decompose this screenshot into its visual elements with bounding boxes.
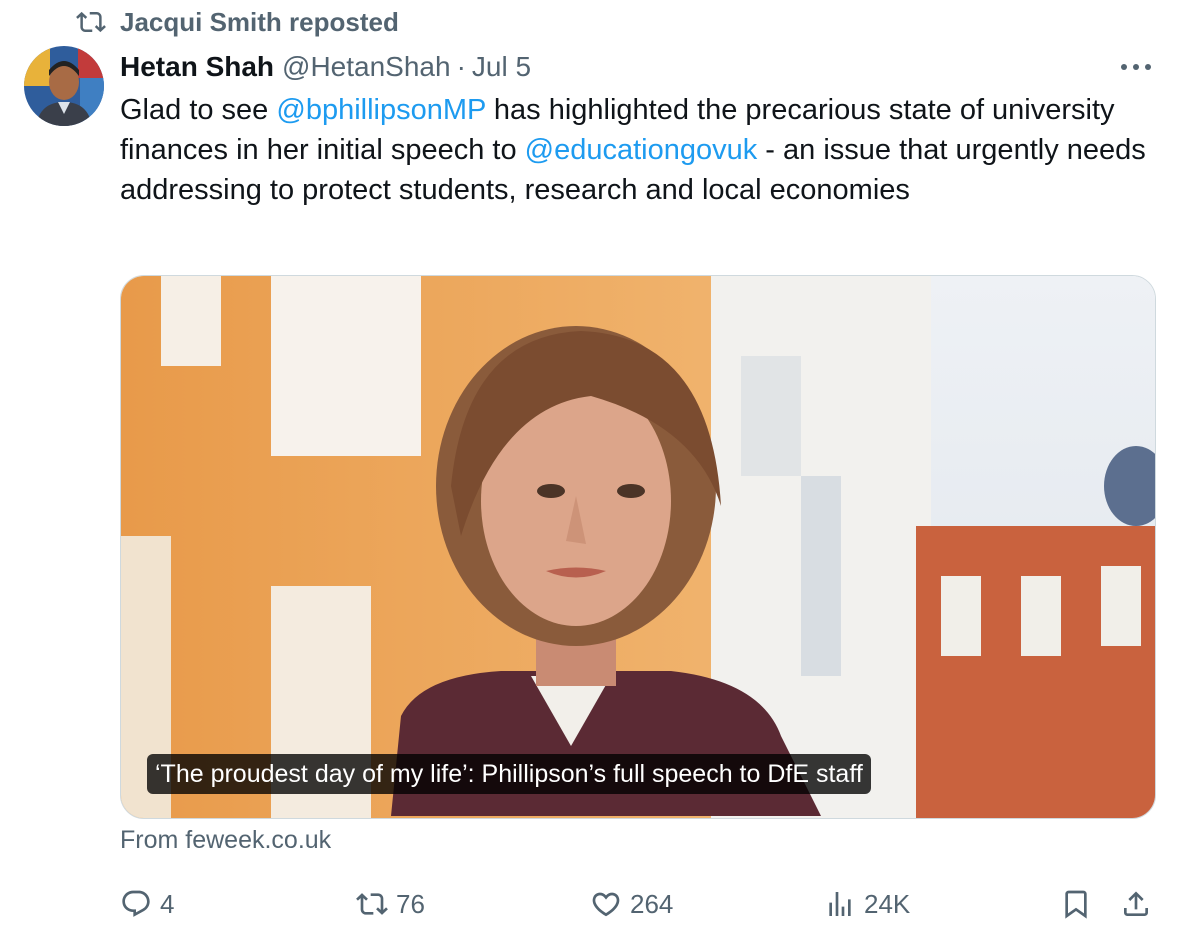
repost-button[interactable]: 76 (356, 880, 425, 928)
repost-icon (76, 11, 106, 33)
author-name[interactable]: Hetan Shah (120, 51, 274, 83)
like-button[interactable]: 264 (590, 880, 673, 928)
mention-link[interactable]: @bphillipsonMP (276, 94, 485, 126)
mention-link[interactable]: @educationgovuk (525, 134, 758, 166)
reply-count: 4 (160, 888, 175, 919)
tweet-header: Hetan Shah @HetanShah · Jul 5 (120, 46, 531, 88)
repost-label: Jacqui Smith reposted (120, 6, 399, 37)
link-card[interactable]: ‘The proudest day of my life’: Phillipso… (120, 275, 1156, 819)
reply-button[interactable]: 4 (120, 880, 174, 928)
tweet-text: Glad to see @bphillipsonMP has highlight… (120, 90, 1170, 210)
post-date[interactable]: Jul 5 (472, 51, 531, 83)
views-button[interactable]: 24K (824, 880, 910, 928)
card-image (121, 276, 1155, 818)
more-icon[interactable] (1116, 52, 1156, 82)
repost-count: 76 (396, 888, 425, 919)
card-caption: ‘The proudest day of my life’: Phillipso… (147, 754, 871, 794)
heart-icon (592, 892, 620, 917)
text-segment: Glad to see (120, 94, 277, 126)
like-count: 264 (630, 888, 674, 919)
separator: · (456, 51, 466, 82)
bookmark-button[interactable] (1060, 880, 1100, 928)
action-bar: 4 76 264 24K (0, 880, 1204, 928)
repost-icon (356, 893, 388, 915)
repost-header[interactable]: Jacqui Smith reposted (76, 6, 399, 38)
bookmark-icon (1065, 890, 1087, 919)
avatar[interactable] (24, 46, 104, 126)
card-source[interactable]: From feweek.co.uk (120, 826, 331, 855)
views-icon (829, 892, 851, 916)
reply-icon (122, 890, 150, 917)
author-handle[interactable]: @HetanShah (282, 51, 451, 83)
views-count: 24K (864, 888, 911, 919)
share-button[interactable] (1120, 880, 1160, 928)
share-icon (1124, 891, 1148, 916)
